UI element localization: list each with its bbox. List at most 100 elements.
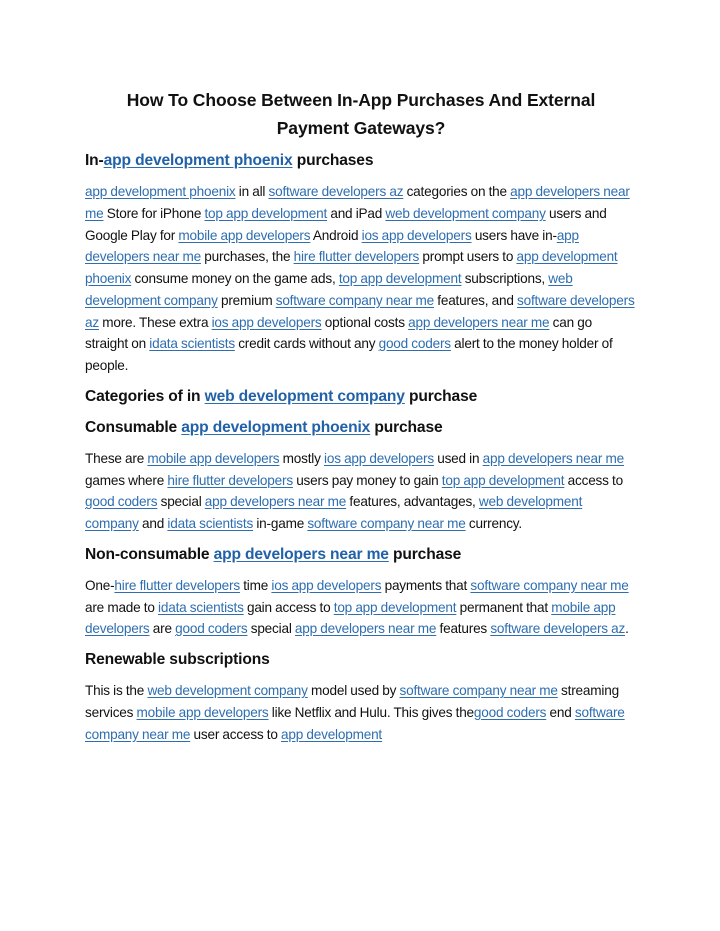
- text-run: These are: [85, 450, 148, 466]
- inline-link[interactable]: ios app developers: [362, 228, 472, 243]
- document-section: Consumable app development phoenix purch…: [85, 417, 637, 535]
- inline-link[interactable]: software company near me: [276, 293, 434, 308]
- text-run: optional costs: [321, 314, 409, 330]
- text-run: purchases: [292, 152, 374, 169]
- inline-link[interactable]: software company near me: [470, 578, 628, 593]
- section-paragraph: This is the web development company mode…: [85, 680, 637, 745]
- section-heading: Non-consumable app developers near me pu…: [85, 544, 637, 566]
- inline-link[interactable]: software developers az: [269, 184, 404, 199]
- inline-link[interactable]: software developers az: [490, 621, 625, 636]
- text-run: One-: [85, 577, 115, 593]
- text-run: Store for iPhone: [103, 205, 205, 221]
- inline-link[interactable]: web development company: [205, 388, 405, 405]
- inline-link[interactable]: top app development: [442, 473, 565, 488]
- text-run: purchase: [404, 387, 478, 405]
- document-section: Categories of in web development company…: [85, 386, 637, 408]
- inline-link[interactable]: idata scientists: [167, 516, 253, 531]
- inline-link[interactable]: ios app developers: [271, 578, 381, 593]
- text-run: credit cards without any: [234, 336, 379, 352]
- inline-link[interactable]: idata scientists: [149, 336, 235, 351]
- text-run: used in: [433, 450, 483, 466]
- text-run: payments that: [381, 577, 471, 593]
- inline-link[interactable]: mobile app developers: [147, 451, 279, 466]
- inline-link[interactable]: top app development: [339, 271, 462, 286]
- text-run: special: [157, 494, 205, 510]
- inline-link[interactable]: ios app developers: [324, 451, 434, 466]
- inline-link[interactable]: app developers near me: [295, 621, 437, 636]
- text-run: special: [247, 621, 295, 637]
- inline-link[interactable]: ios app developers: [212, 315, 322, 330]
- text-run: mostly: [279, 450, 325, 466]
- text-run: consume money on the game ads,: [131, 271, 339, 286]
- inline-link[interactable]: app development phoenix: [85, 184, 236, 199]
- text-run: in-game: [253, 516, 308, 531]
- section-heading: Consumable app development phoenix purch…: [85, 417, 637, 439]
- section-paragraph: These are mobile app developers mostly i…: [85, 448, 637, 535]
- text-run: access to: [564, 472, 624, 488]
- text-run: are made to: [85, 599, 159, 615]
- document-section: In-app development phoenix purchases app …: [85, 150, 637, 377]
- document-section: Renewable subscriptions This is the web d…: [85, 649, 637, 745]
- text-run: users pay money to gain: [292, 472, 442, 488]
- text-run: like Netflix and Hulu. This gives the: [268, 704, 474, 720]
- text-run: features, advantages,: [346, 494, 479, 510]
- inline-link[interactable]: mobile app developers: [178, 228, 310, 243]
- text-run: currency.: [465, 516, 522, 531]
- text-run: Android: [310, 227, 362, 243]
- text-run: features, and: [433, 292, 517, 308]
- text-run: gain access to: [243, 599, 334, 615]
- inline-link[interactable]: web development company: [385, 206, 545, 221]
- text-run: more. These extra: [98, 314, 212, 330]
- inline-link[interactable]: mobile app developers: [137, 705, 269, 720]
- text-run: are: [149, 621, 176, 637]
- text-run: purchases, the: [200, 249, 294, 265]
- text-run: features: [436, 621, 491, 637]
- text-run: premium: [217, 292, 276, 308]
- inline-link[interactable]: web development company: [147, 683, 307, 698]
- inline-link[interactable]: app developers near me: [214, 546, 389, 563]
- text-run: in all: [235, 184, 269, 199]
- text-run: Consumable: [85, 418, 182, 436]
- inline-link[interactable]: app development phoenix: [104, 152, 293, 169]
- section-heading: In-app development phoenix purchases: [85, 150, 637, 172]
- inline-link[interactable]: app development phoenix: [181, 419, 370, 436]
- inline-link[interactable]: hire flutter developers: [294, 249, 420, 264]
- text-run: games where: [85, 472, 168, 488]
- text-run: permanent that: [456, 599, 552, 615]
- text-run: prompt users to: [419, 249, 517, 265]
- text-run: purchase: [370, 418, 443, 436]
- text-run: model used by: [307, 683, 400, 698]
- inline-link[interactable]: good coders: [474, 705, 547, 720]
- text-run: categories on the: [403, 184, 511, 199]
- section-paragraph: One-hire flutter developers time ios app…: [85, 575, 637, 640]
- inline-link[interactable]: app developers near me: [483, 451, 625, 466]
- document-section: Non-consumable app developers near me pu…: [85, 544, 637, 640]
- section-heading: Categories of in web development company…: [85, 386, 637, 408]
- text-run: Non-consumable: [85, 545, 214, 563]
- inline-link[interactable]: app development: [281, 727, 382, 742]
- inline-link[interactable]: hire flutter developers: [114, 578, 240, 593]
- inline-link[interactable]: good coders: [379, 336, 452, 351]
- document-title: How To Choose Between In-App Purchases A…: [126, 90, 596, 138]
- section-heading: Renewable subscriptions: [85, 649, 637, 671]
- text-run: and iPad: [327, 205, 386, 221]
- inline-link[interactable]: good coders: [85, 494, 158, 509]
- inline-link[interactable]: app developers near me: [408, 315, 550, 330]
- text-run: subscriptions,: [461, 271, 549, 286]
- text-run: Categories of in: [85, 387, 205, 405]
- inline-link[interactable]: top app development: [334, 600, 457, 615]
- text-run: purchase: [388, 545, 462, 563]
- section-paragraph: app development phoenix in all software …: [85, 181, 637, 377]
- text-run: This is the: [85, 683, 148, 698]
- inline-link[interactable]: software company near me: [307, 516, 465, 531]
- inline-link[interactable]: software company near me: [400, 683, 558, 698]
- text-run: end: [546, 704, 575, 720]
- inline-link[interactable]: hire flutter developers: [167, 473, 293, 488]
- inline-link[interactable]: app developers near me: [205, 494, 347, 509]
- inline-link[interactable]: good coders: [175, 621, 248, 636]
- text-run: Renewable subscriptions: [85, 651, 270, 668]
- text-run: users have in-: [471, 227, 557, 243]
- text-run: and: [138, 516, 168, 531]
- inline-link[interactable]: top app development: [204, 206, 327, 221]
- inline-link[interactable]: idata scientists: [158, 600, 244, 615]
